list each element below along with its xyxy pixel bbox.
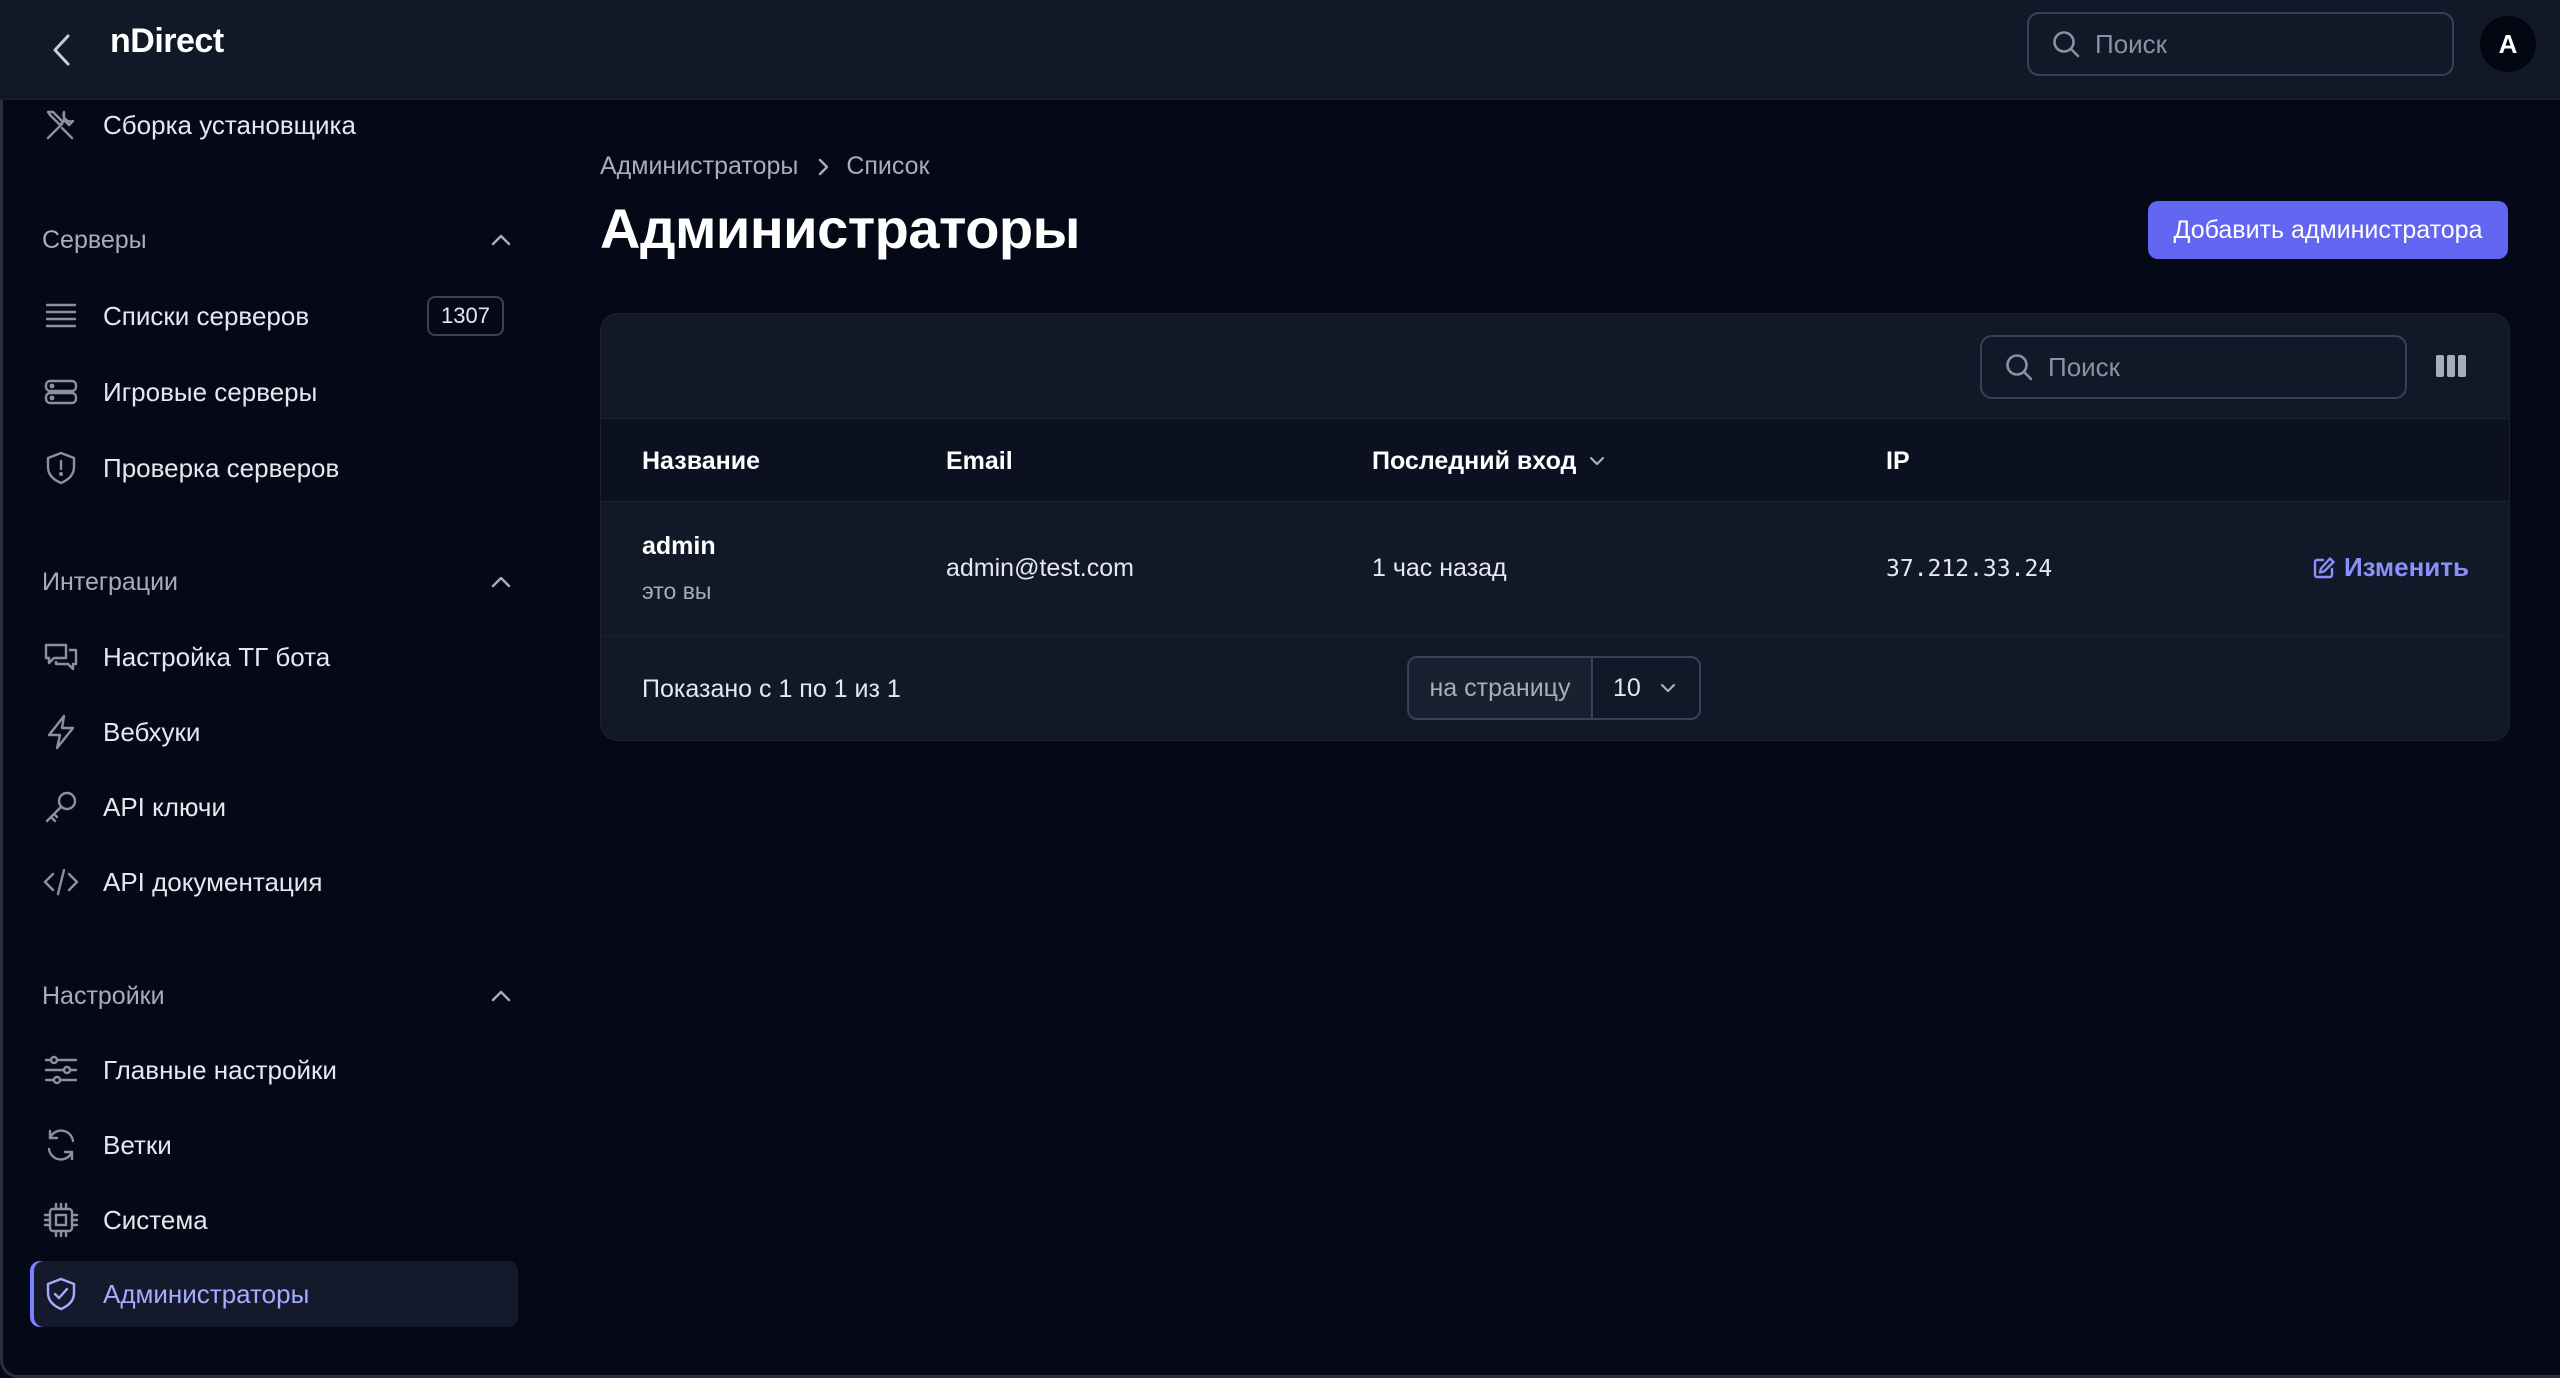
- sidebar-item-label: Ветки: [103, 1129, 172, 1160]
- table-header: Название Email Последний вход IP: [601, 418, 2509, 502]
- breadcrumb-current: Список: [846, 152, 930, 180]
- sidebar-item-label: Списки серверов: [103, 300, 310, 331]
- group-label: Интеграции: [42, 567, 179, 596]
- cpu-chip-icon: [42, 1201, 80, 1239]
- edit-admin-label: Изменить: [2343, 552, 2469, 582]
- server-count-badge: 1307: [427, 296, 504, 336]
- chat-bubbles-icon: [42, 638, 80, 676]
- sidebar-item-label: Главные настройки: [103, 1054, 337, 1085]
- edit-icon: [2313, 556, 2335, 578]
- sidebar-item-label: Система: [103, 1204, 208, 1235]
- shield-alert-icon: [42, 449, 80, 487]
- chevron-left-icon: [53, 34, 70, 66]
- column-header-ip: IP: [1886, 446, 1910, 475]
- bolt-icon: [42, 713, 80, 751]
- sidebar-item-system[interactable]: Система: [30, 1187, 518, 1253]
- back-button[interactable]: [44, 28, 80, 72]
- group-header-servers[interactable]: Серверы: [42, 220, 512, 260]
- column-header-label: Последний вход: [1372, 446, 1577, 475]
- group-label: Настройки: [42, 981, 165, 1010]
- sidebar-item-server-check[interactable]: Проверка серверов: [30, 435, 518, 501]
- per-page-select[interactable]: 10: [1593, 658, 1699, 718]
- sidebar-item-installer-build[interactable]: Сборка установщика: [30, 92, 518, 158]
- app-brand: nDirect: [110, 22, 224, 60]
- breadcrumb: Администраторы Список: [600, 152, 930, 181]
- code-icon: [42, 863, 80, 901]
- column-header-name: Название: [642, 446, 761, 475]
- page-title: Администраторы: [600, 197, 1080, 260]
- global-search-input[interactable]: [2095, 28, 2415, 60]
- refresh-icon: [42, 1126, 80, 1164]
- group-label: Серверы: [42, 225, 147, 254]
- breadcrumb-parent-link[interactable]: Администраторы: [600, 152, 798, 181]
- tools-icon: [42, 106, 80, 144]
- column-toggle-button[interactable]: [2433, 348, 2469, 384]
- group-header-settings[interactable]: Настройки: [42, 976, 512, 1016]
- server-list-icon: [42, 297, 80, 335]
- sidebar-item-label: API документация: [103, 866, 323, 897]
- global-search[interactable]: [2027, 12, 2454, 76]
- group-header-integrations[interactable]: Интеграции: [42, 562, 512, 602]
- sidebar-item-label: Игровые серверы: [103, 376, 318, 407]
- chevron-down-icon: [1590, 456, 1605, 466]
- user-avatar[interactable]: A: [2480, 16, 2536, 72]
- admin-email: admin@test.com: [946, 554, 1134, 582]
- column-header-last-login[interactable]: Последний вход: [1372, 419, 1606, 503]
- chevron-up-icon: [491, 576, 511, 588]
- sidebar-item-api-docs[interactable]: API документация: [30, 849, 518, 915]
- admin-name: admin: [642, 532, 716, 560]
- server-stack-icon: [42, 373, 80, 411]
- sidebar-item-game-servers[interactable]: Игровые серверы: [30, 359, 518, 425]
- sidebar-item-administrators[interactable]: Администраторы: [30, 1261, 518, 1327]
- top-bar: nDirect A: [0, 0, 2560, 100]
- sidebar-item-label: Настройка ТГ бота: [103, 641, 331, 672]
- sidebar: Сборка установщика Серверы Списки сервер…: [0, 100, 530, 1375]
- chevron-right-icon: [816, 157, 830, 177]
- sidebar-item-label: API ключи: [103, 791, 226, 822]
- admin-subtitle: это вы: [642, 578, 712, 604]
- chevron-up-icon: [491, 234, 511, 246]
- sidebar-item-branches[interactable]: Ветки: [30, 1112, 518, 1178]
- table-search[interactable]: [1980, 335, 2407, 399]
- column-header-email: Email: [946, 446, 1013, 475]
- table-row: admin это вы admin@test.com 1 час назад …: [601, 502, 2509, 636]
- search-icon: [2006, 354, 2033, 381]
- table-search-input[interactable]: [2048, 351, 2368, 383]
- admin-ip: 37.212.33.24: [1886, 556, 2053, 582]
- sidebar-item-label: Проверка серверов: [103, 452, 340, 483]
- shield-check-icon: [42, 1275, 80, 1313]
- per-page-label: на страницу: [1409, 658, 1593, 718]
- edit-admin-link[interactable]: Изменить: [2312, 552, 2469, 583]
- sliders-icon: [42, 1051, 80, 1089]
- sidebar-item-label: Вебхуки: [103, 716, 201, 747]
- sidebar-item-webhooks[interactable]: Вебхуки: [30, 699, 518, 765]
- pagination-summary: Показано с 1 по 1 из 1: [642, 675, 901, 703]
- sidebar-item-main-settings[interactable]: Главные настройки: [30, 1037, 518, 1103]
- per-page-value: 10: [1613, 673, 1641, 702]
- add-administrator-button[interactable]: Добавить администратора: [2148, 201, 2508, 259]
- chevron-down-icon: [1660, 683, 1675, 693]
- sidebar-item-tg-bot[interactable]: Настройка ТГ бота: [30, 624, 518, 690]
- admin-last-login: 1 час назад: [1372, 554, 1507, 582]
- sidebar-item-api-keys[interactable]: API ключи: [30, 774, 518, 840]
- per-page-control: на страницу 10: [1407, 656, 1701, 720]
- columns-icon: [2436, 355, 2466, 377]
- sidebar-item-server-lists[interactable]: Списки серверов 1307: [30, 283, 518, 349]
- chevron-up-icon: [491, 990, 511, 1002]
- sidebar-item-label: Сборка установщика: [103, 109, 356, 140]
- sidebar-item-label: Администраторы: [103, 1278, 310, 1309]
- administrators-table-card: Название Email Последний вход IP admin э…: [600, 313, 2510, 741]
- key-icon: [42, 788, 80, 826]
- search-icon: [2053, 31, 2080, 58]
